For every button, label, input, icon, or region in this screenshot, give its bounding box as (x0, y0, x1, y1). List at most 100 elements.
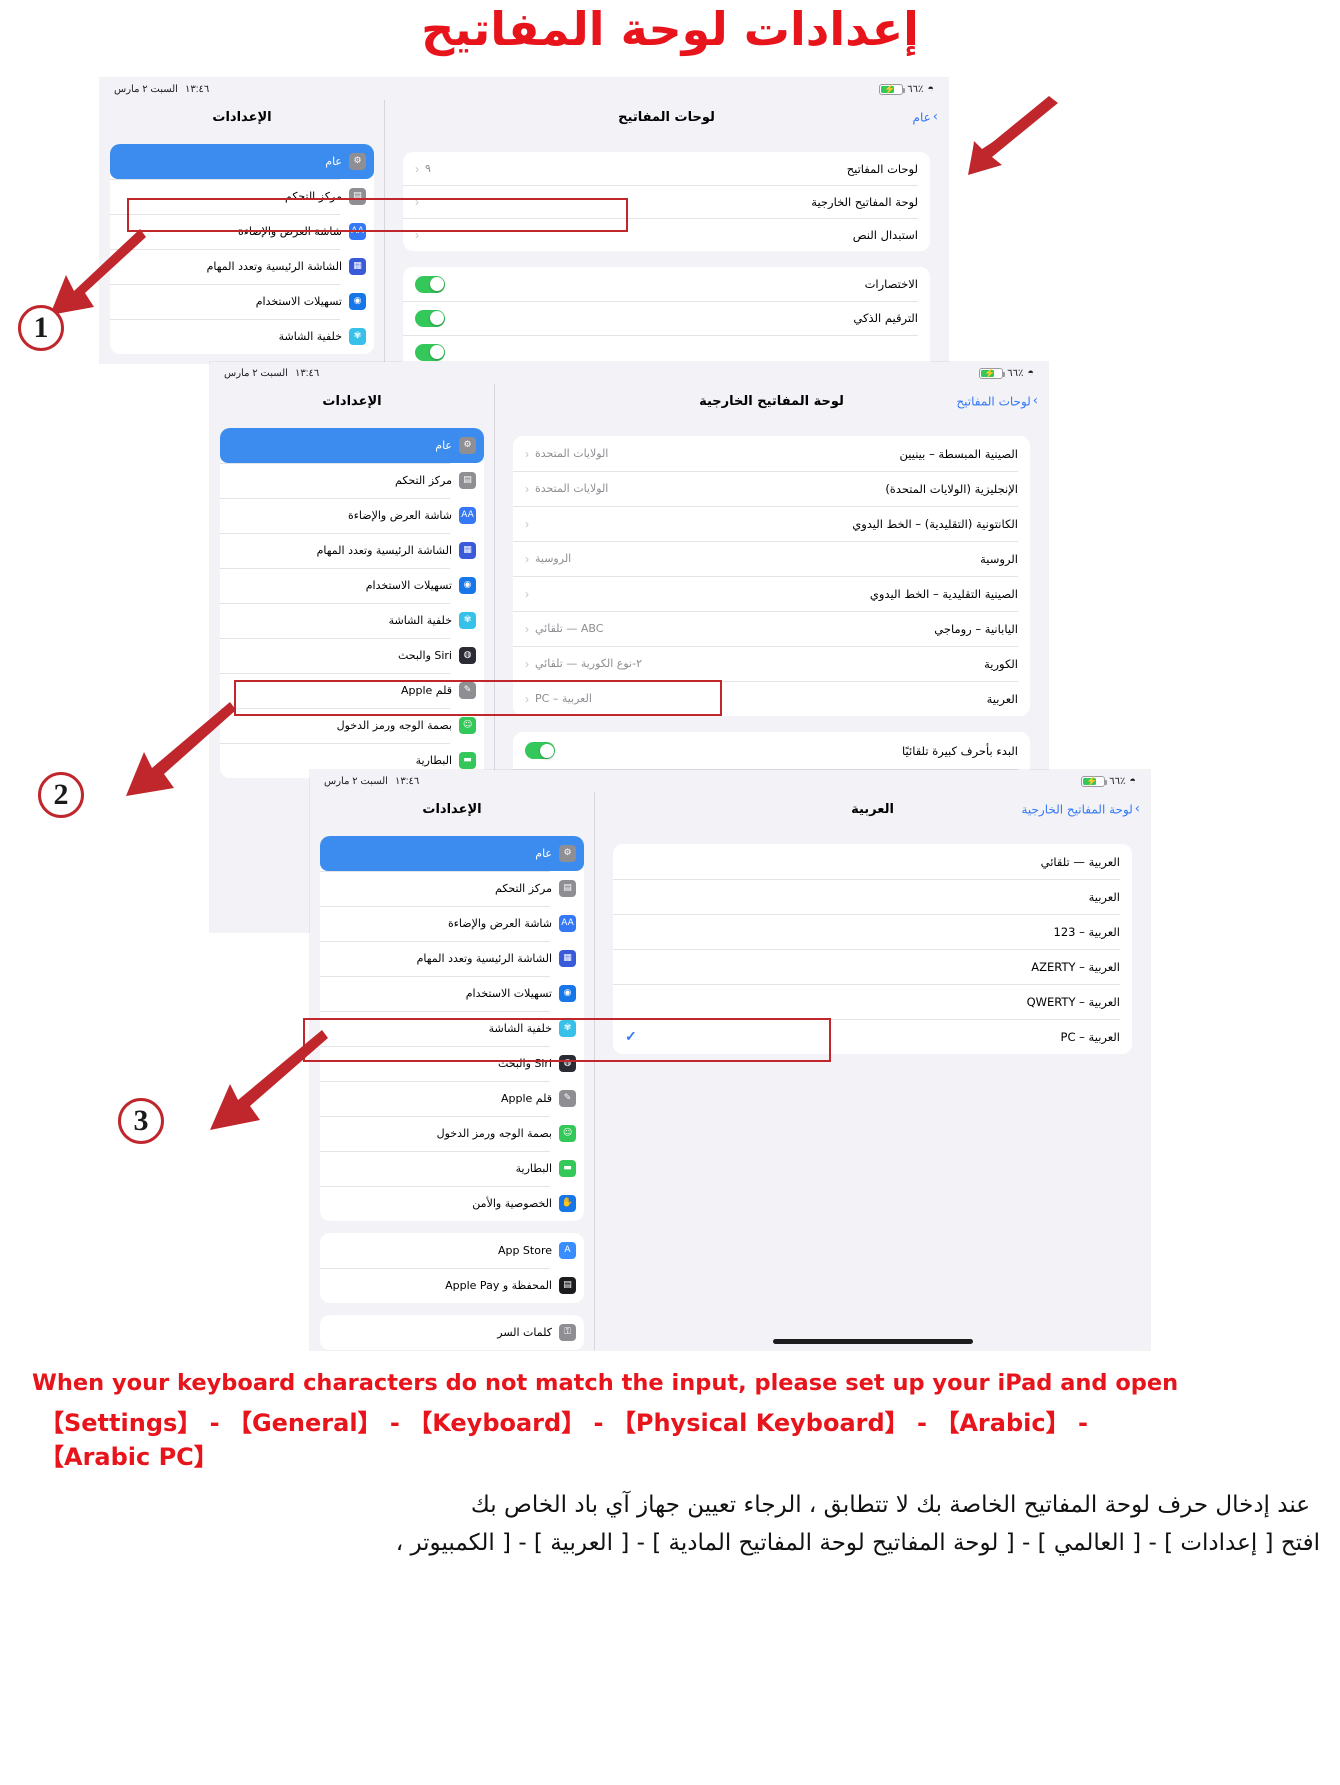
list-item[interactable]: العربية (613, 879, 1132, 914)
sidebar-item-display-brightness[interactable]: AA شاشة العرض والإضاءة (220, 498, 484, 533)
sidebar-item-wallpaper[interactable]: ✾ خلفية الشاشة (220, 603, 484, 638)
row-label: استبدال النص (852, 227, 918, 242)
gear-icon: ⚙ (349, 153, 366, 170)
toggle-switch[interactable] (415, 275, 445, 293)
row-label: الإنجليزية (الولايات المتحدة) (885, 481, 1018, 496)
sidebar-item-display-brightness[interactable]: AA شاشة العرض والإضاءة (110, 214, 374, 249)
table-row[interactable]: استبدال النص ‹ (403, 218, 930, 251)
list-item[interactable]: العربية – QWERTY (613, 984, 1132, 1019)
nav-bar-2: لوحة المفاتيح الخارجية › لوحات المفاتيح (495, 384, 1048, 418)
table-row[interactable]: العربية العربية – PC ‹ (513, 681, 1030, 716)
sidebar-item-siri[interactable]: ◍ Siri والبحث (320, 1046, 584, 1081)
sidebar-item-display-brightness[interactable]: AA شاشة العرض والإضاءة (320, 906, 584, 941)
sidebar-item-gear[interactable]: ⚙ عام (320, 836, 584, 871)
list-item[interactable]: العربية – AZERTY (613, 949, 1132, 984)
face-id-icon: ☺ (459, 717, 476, 734)
list-item[interactable]: العربية – PC ✓ (613, 1019, 1132, 1054)
sidebar-item-home-screen[interactable]: ▦ الشاشة الرئيسية وتعدد المهام (320, 941, 584, 976)
sidebar-item-passwords-key[interactable]: ⚿ كلمات السر (320, 1315, 584, 1350)
row-label: العربية — تلقائي (1040, 854, 1120, 869)
sidebar-item-label: تسهيلات الاستخدام (365, 579, 452, 592)
sidebar-item-home-screen[interactable]: ▦ الشاشة الرئيسية وتعدد المهام (220, 533, 484, 568)
status-bar-2: ١٣:٤٦ السبت ٢ مارس ⚡ ٦٦٪ ◓ (210, 362, 1048, 384)
sidebar-item-gear[interactable]: ⚙ عام (220, 428, 484, 463)
english-note-line-2: 【Settings】 - 【General】 - 【Keyboard】 - 【P… (40, 1409, 1088, 1437)
chevron-left-icon: ‹ (525, 656, 529, 671)
sidebar-item-label: المحفظة و Apple Pay (445, 1279, 552, 1292)
toggle-switch[interactable] (415, 343, 445, 361)
table-row[interactable] (403, 335, 930, 363)
sidebar-item-home-screen[interactable]: ▦ الشاشة الرئيسية وتعدد المهام (110, 249, 374, 284)
sidebar-item-control-center[interactable]: ▤ مركز التحكم (320, 871, 584, 906)
sidebar-item-control-center[interactable]: ▤ مركز التحكم (110, 179, 374, 214)
sidebar-item-accessibility[interactable]: ◉ تسهيلات الاستخدام (220, 568, 484, 603)
home-indicator (772, 1339, 973, 1344)
table-row[interactable]: لوحات المفاتيح ٩ ‹ (403, 152, 930, 185)
toggle-switch[interactable] (525, 742, 555, 759)
settings-sidebar-3: الإعدادات ⚙ عام ▤ مركز التحكم AA شاشة العرض و… (310, 792, 595, 1350)
sidebar-item-face-id[interactable]: ☺ بصمة الوجه ورمز الدخول (220, 708, 484, 743)
back-button-2[interactable]: › لوحات المفاتيح (956, 394, 1038, 409)
arrow-to-settings-general (968, 96, 1058, 175)
table-row[interactable]: الصينية المبسطة – بينيين الولايات المتحدة… (513, 436, 1030, 471)
table-row[interactable]: البدء بأحرف كبيرة تلقائيًا (513, 732, 1030, 769)
sidebar-item-app-store[interactable]: A App Store (320, 1233, 584, 1268)
chevron-left-icon: ‹ (415, 161, 419, 176)
sidebar-item-privacy-hand[interactable]: ✋ الخصوصية والأمن (320, 1186, 584, 1221)
home-screen-icon: ▦ (349, 258, 366, 275)
table-row[interactable]: الكورية ٢-نوع الكورية — تلقائي ‹ (513, 646, 1030, 681)
control-center-icon: ▤ (349, 188, 366, 205)
row-label: لوحات المفاتيح (846, 161, 918, 176)
sidebar-item-gear[interactable]: ⚙ عام (110, 144, 374, 179)
toggle-switch[interactable] (415, 309, 445, 327)
sidebar-item-battery[interactable]: ▬ البطارية (320, 1151, 584, 1186)
wifi-icon: ◓ (927, 83, 934, 95)
table-row[interactable]: الروسية الروسية ‹ (513, 541, 1030, 576)
table-row[interactable]: الكانتونية (التقليدية) – الخط اليدوي ‹ (513, 506, 1030, 541)
sidebar-item-control-center[interactable]: ▤ مركز التحكم (220, 463, 484, 498)
battery-icon: ▬ (459, 752, 476, 769)
row-value: العربية – PC (535, 692, 592, 705)
table-row[interactable]: الصينية التقليدية – الخط اليدوي ‹ (513, 576, 1030, 611)
sidebar-item-label: البطارية (415, 754, 452, 767)
chevron-left-icon: ‹ (525, 586, 529, 601)
ipad-screenshot-3: ١٣:٤٦ السبت ٢ مارس ⚡ ٦٦٪ ◓ العربية › لوح… (310, 770, 1150, 1350)
chevron-left-icon: ‹ (525, 481, 529, 496)
table-row[interactable]: لوحة المفاتيح الخارجية ‹ (403, 185, 930, 218)
sidebar-item-wallpaper[interactable]: ✾ خلفية الشاشة (320, 1011, 584, 1046)
control-center-icon: ▤ (459, 472, 476, 489)
sidebar-item-siri[interactable]: ◍ Siri والبحث (220, 638, 484, 673)
sidebar-item-accessibility[interactable]: ◉ تسهيلات الاستخدام (320, 976, 584, 1011)
row-label: الكانتونية (التقليدية) – الخط اليدوي (852, 516, 1018, 531)
sidebar-item-accessibility[interactable]: ◉ تسهيلات الاستخدام (110, 284, 374, 319)
row-value: ABC — تلقائي (535, 622, 604, 635)
sidebar-item-label: تسهيلات الاستخدام (255, 295, 342, 308)
table-row[interactable]: اليابانية – روماجي ABC — تلقائي ‹ (513, 611, 1030, 646)
home-screen-icon: ▦ (559, 950, 576, 967)
table-row[interactable]: الترقيم الذكي (403, 301, 930, 335)
table-row[interactable]: الاختصارات (403, 267, 930, 301)
list-item[interactable]: العربية — تلقائي (613, 844, 1132, 879)
sidebar-item-apple-pencil[interactable]: ✎ قلم Apple (320, 1081, 584, 1116)
english-note-line-3: 【Arabic PC】 (40, 1443, 218, 1471)
sidebar-item-label: شاشة العرض والإضاءة (447, 917, 552, 930)
sidebar-item-label: الخصوصية والأمن (472, 1197, 552, 1210)
keyboards-detail-pane-1: لوحات المفاتيح › عام لوحات المفاتيح ٩ ‹ لوح… (385, 100, 948, 363)
row-value: ٩ (425, 162, 431, 175)
sidebar-item-face-id[interactable]: ☺ بصمة الوجه ورمز الدخول (320, 1116, 584, 1151)
sidebar-item-wallet-apple-pay[interactable]: ▤ المحفظة و Apple Pay (320, 1268, 584, 1303)
sidebar-item-label: خلفية الشاشة (388, 614, 452, 627)
nav-title-1: لوحات المفاتيح (618, 109, 715, 125)
list-item[interactable]: العربية – 123 (613, 914, 1132, 949)
sidebar-item-wallpaper[interactable]: ✾ خلفية الشاشة (110, 319, 374, 354)
table-row[interactable]: الإنجليزية (الولايات المتحدة) الولايات ال… (513, 471, 1030, 506)
back-button-3[interactable]: › لوحة المفاتيح الخارجية (1021, 802, 1140, 817)
step-badge-2: 2 (38, 772, 84, 818)
row-label: الصينية المبسطة – بينيين (899, 446, 1018, 461)
row-label: الاختصارات (864, 277, 918, 291)
sidebar-item-apple-pencil[interactable]: ✎ قلم Apple (220, 673, 484, 708)
accessibility-icon: ◉ (349, 293, 366, 310)
chevron-right-icon: › (1032, 393, 1038, 409)
settings-sidebar-group-3: ⚙ عام ▤ مركز التحكم AA شاشة العرض والإضاءة ▦ ال… (320, 836, 584, 1221)
sidebar-item-label: شاشة العرض والإضاءة (237, 225, 342, 238)
